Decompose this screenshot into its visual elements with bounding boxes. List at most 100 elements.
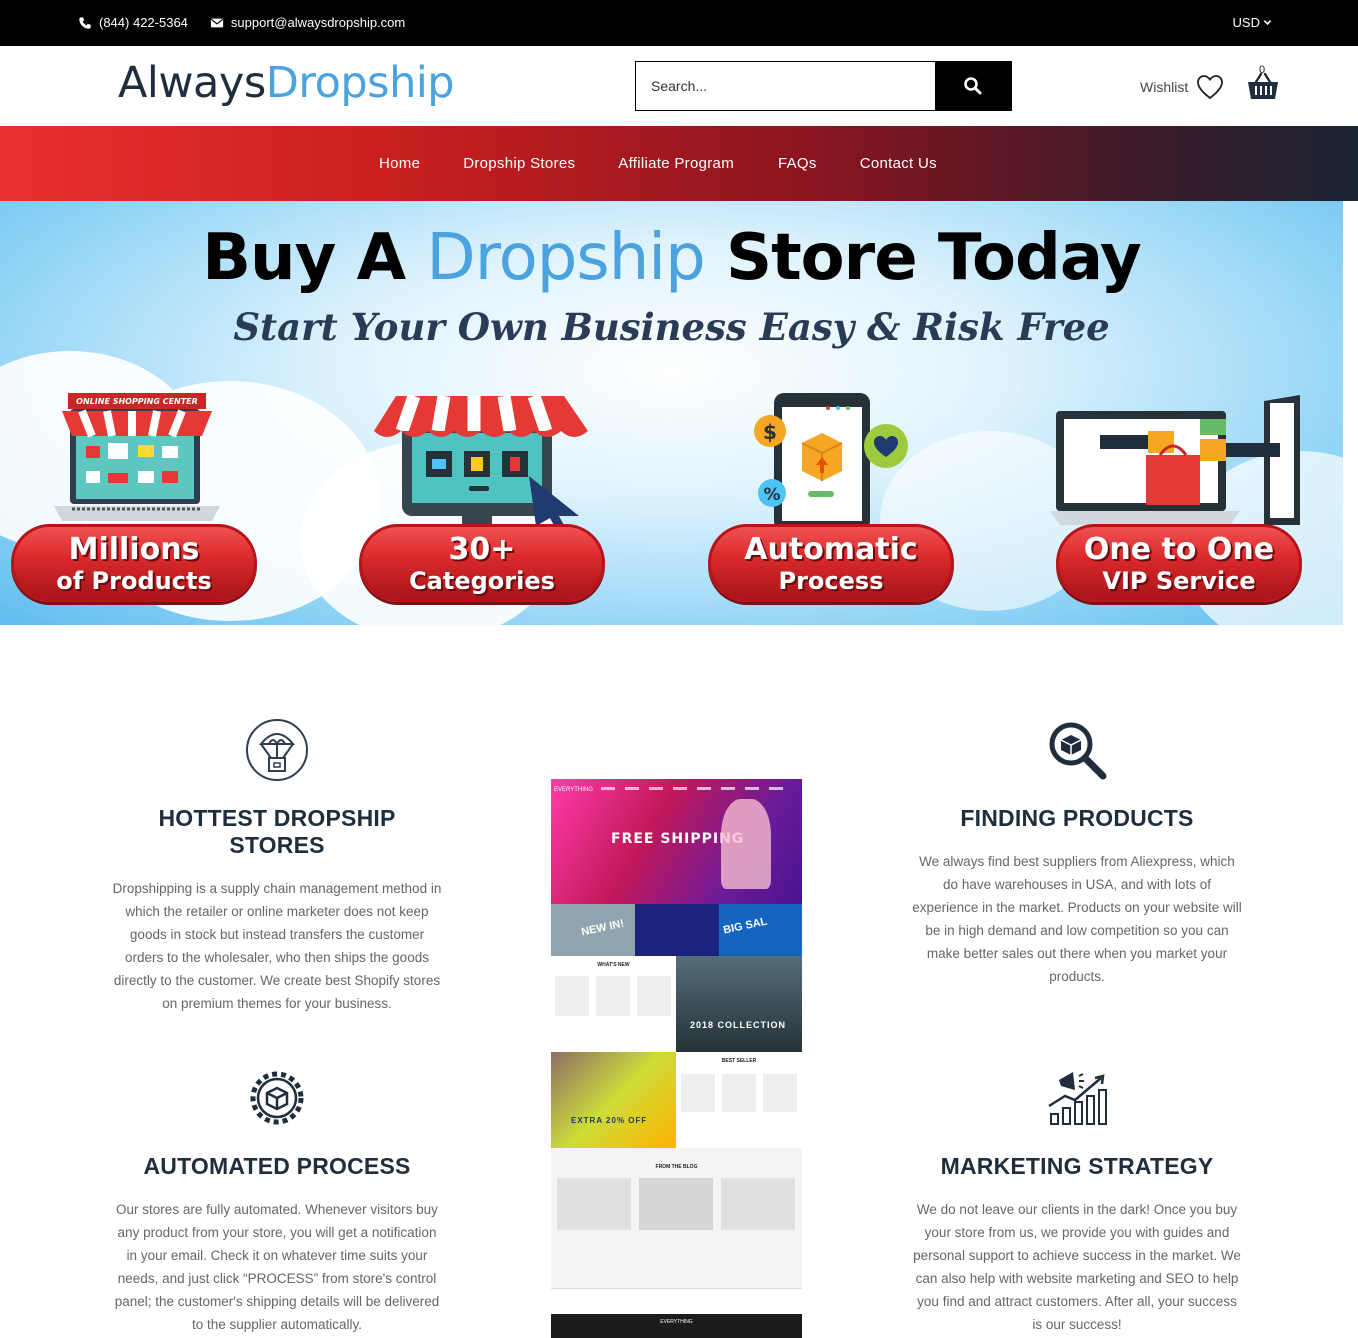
preview-tile	[635, 904, 719, 956]
feature-text: We always find best suppliers from Aliex…	[912, 854, 1242, 984]
parachute-box-icon	[246, 719, 308, 781]
feature-text: We do not leave our clients in the dark!…	[913, 1202, 1241, 1332]
badge-line2: VIP Service	[1102, 567, 1256, 595]
preview-collection: 2018 COLLECTION	[676, 956, 802, 1052]
badge-automatic-process: Automatic Process	[708, 524, 954, 602]
nav-affiliate-program[interactable]: Affiliate Program	[618, 155, 734, 172]
nav-faqs[interactable]: FAQs	[778, 155, 817, 172]
feature-title: MARKETING STRATEGY	[940, 1153, 1214, 1179]
preview-tile: NEW IN!	[551, 904, 635, 956]
preview-hero: EVERYTHING FREE SHIPPING	[551, 779, 802, 904]
hero-subtitle: Start Your Own Business Easy & Risk Free	[233, 305, 1110, 349]
nav-dropship-stores[interactable]: Dropship Stores	[463, 155, 575, 172]
chevron-down-icon	[1263, 20, 1272, 25]
preview-best-seller: BEST SELLER	[676, 1052, 802, 1148]
logo-dropship: Dropship	[265, 58, 455, 108]
preview-store-name: EVERYTHING	[554, 787, 593, 793]
badge-line1: Automatic	[744, 532, 918, 567]
preview-product	[637, 976, 671, 1016]
hero-title: Buy A Dropship Store Today	[0, 221, 1343, 295]
wishlist-label: Wishlist	[1140, 79, 1189, 95]
contact-info: (844) 422-5364 support@alwaysdropship.co…	[78, 15, 405, 30]
preview-best-seller-title: BEST SELLER	[721, 1058, 757, 1064]
feature-title: HOTTEST DROPSHIP STORES	[158, 805, 396, 858]
cart-button[interactable]: 0	[1247, 64, 1279, 107]
preview-extra-off-text: EXTRA 20% OFF	[571, 1116, 648, 1125]
hero-title-part2: Dropship	[426, 221, 705, 295]
heart-icon	[1197, 75, 1224, 100]
preview-product	[763, 1074, 797, 1112]
preview-blog-post	[721, 1178, 795, 1230]
badge-line1: Millions	[68, 532, 200, 567]
preview-new-in: NEW IN!	[580, 917, 626, 939]
feature-automated-process: AUTOMATED PROCESS Our stores are fully a…	[112, 1066, 442, 1336]
search-button[interactable]	[935, 62, 1011, 110]
monitor-store-illustration	[374, 393, 588, 531]
search-box	[635, 61, 1012, 111]
preview-whats-new: WHAT'S NEW	[551, 956, 676, 1052]
preview-blog-post	[639, 1178, 713, 1230]
preview-blog-title: FROM THE BLOG	[655, 1164, 698, 1170]
site-logo[interactable]: AlwaysDropship	[118, 58, 455, 108]
badge-millions-products: Millions of Products	[11, 524, 257, 602]
preview-model	[721, 799, 771, 889]
nav-contact-us[interactable]: Contact Us	[860, 155, 937, 172]
preview-footer: EVERYTHING	[551, 1314, 802, 1338]
preview-tile: BIG SAL	[719, 904, 802, 956]
badge-line1: 30+	[448, 532, 516, 567]
main-nav: Home Dropship Stores Affiliate Program F…	[0, 126, 1358, 201]
wishlist-link[interactable]: Wishlist	[1140, 74, 1224, 100]
magnifier-box-icon	[1049, 722, 1107, 780]
preview-nav	[601, 787, 791, 790]
phone-icon	[79, 16, 91, 29]
badge-line2: of Products	[56, 567, 212, 595]
gear-box-icon	[250, 1071, 304, 1125]
preview-blog-post	[557, 1178, 631, 1230]
hero-title-part3: Store Today	[725, 221, 1142, 295]
preview-whats-new-title: WHAT'S NEW	[597, 962, 630, 968]
preview-blog: FROM THE BLOG	[551, 1148, 802, 1288]
preview-product	[596, 976, 630, 1016]
feature-marketing-strategy: MARKETING STRATEGY We do not leave our c…	[912, 1066, 1242, 1336]
top-bar: (844) 422-5364 support@alwaysdropship.co…	[0, 0, 1358, 46]
phone-number: (844) 422-5364	[99, 15, 188, 30]
preview-product	[722, 1074, 756, 1112]
currency-label: USD	[1232, 15, 1260, 30]
email-contact[interactable]: support@alwaysdropship.com	[210, 15, 405, 30]
logo-always: Always	[118, 58, 266, 108]
currency-selector[interactable]: USD	[1233, 15, 1272, 30]
preview-footer-name: EVERYTHING	[660, 1319, 693, 1325]
search-icon	[964, 77, 982, 95]
nav-home[interactable]: Home	[379, 155, 420, 172]
store-preview-image: EVERYTHING FREE SHIPPING NEW IN! BIG SAL…	[551, 779, 802, 1338]
cart-count: 0	[1259, 64, 1266, 76]
envelope-icon	[210, 18, 224, 27]
feature-hottest-stores: HOTTEST DROPSHIP STORES Dropshipping is …	[112, 718, 442, 1015]
badge-line2: Process	[778, 567, 884, 595]
hero-title-part1: Buy A	[202, 221, 406, 295]
badge-line1: One to One	[1083, 532, 1275, 567]
feature-text: Our stores are fully automated. Whenever…	[114, 1202, 440, 1332]
svg-text:$: $	[763, 420, 777, 444]
feature-title: FINDING PRODUCTS	[960, 805, 1194, 831]
site-header: AlwaysDropship Wishlist 0	[0, 46, 1358, 126]
preview-collection-text: 2018 COLLECTION	[690, 1020, 787, 1030]
search-input[interactable]	[636, 62, 936, 110]
feature-text: Dropshipping is a supply chain managemen…	[112, 881, 442, 1011]
megaphone-chart-icon	[1048, 1072, 1107, 1125]
badge-line2: Categories	[409, 567, 555, 595]
hero-banner[interactable]: Buy A Dropship Store Today Start Your Ow…	[0, 201, 1343, 625]
shop-sign-text: ONLINE SHOPPING CENTER	[76, 397, 198, 406]
preview-extra-off: EXTRA 20% OFF	[551, 1052, 676, 1148]
preview-brands	[551, 1288, 802, 1314]
preview-product	[681, 1074, 715, 1112]
feature-finding-products: FINDING PRODUCTS We always find best sup…	[912, 718, 1242, 988]
preview-big-sale: BIG SAL	[722, 915, 769, 937]
laptop-shop-illustration: ONLINE SHOPPING CENTER	[54, 393, 220, 521]
svg-text:%: %	[763, 485, 780, 505]
preview-product	[555, 976, 589, 1016]
badge-categories: 30+ Categories	[359, 524, 605, 602]
phone-contact[interactable]: (844) 422-5364	[78, 15, 188, 30]
phone-automation-illustration: $ %	[754, 393, 908, 531]
vip-service-illustration	[1050, 395, 1300, 525]
